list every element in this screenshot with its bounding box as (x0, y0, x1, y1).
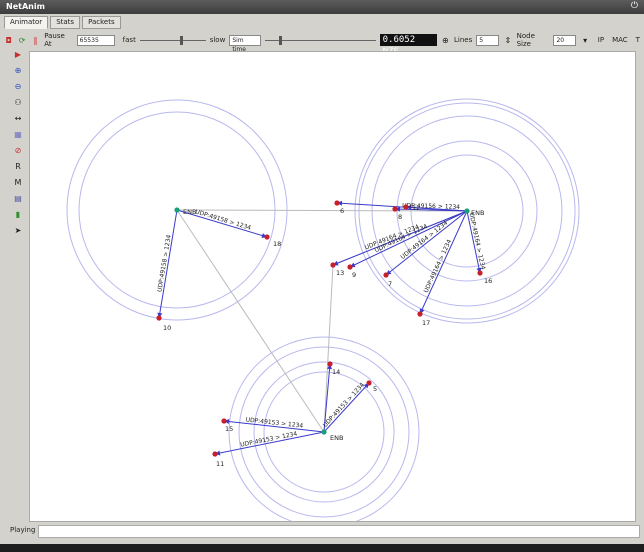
node-label: 5 (373, 385, 377, 393)
node-label: 7 (388, 280, 392, 288)
node-size-select[interactable]: 20 (553, 34, 577, 46)
animation-canvas[interactable]: UDP:49158 > 1234 UDP:49158 > 1234 UDP:4915… (29, 51, 636, 528)
reload-icon[interactable]: ⟳ (17, 35, 26, 45)
zoom-out-icon[interactable]: ⊖ (12, 82, 24, 92)
node-label: ENB (471, 209, 484, 217)
title-bar: NetAnim ⏻ (0, 0, 644, 14)
node-n7 (383, 272, 389, 278)
zoom-icon[interactable]: ⊕ (441, 35, 450, 45)
node-n5 (366, 380, 372, 386)
node-n10 (156, 315, 162, 321)
pause-at-input[interactable]: 65535 (76, 34, 115, 46)
record-icon[interactable]: ⊘ (12, 146, 24, 156)
screen-bottom-bar (0, 544, 644, 552)
node-label: 18 (273, 240, 281, 248)
battery-icon[interactable]: ▮ (12, 210, 24, 220)
grid-icon[interactable]: ▦ (12, 130, 24, 140)
side-toolbar: ▶ ⊕ ⊖ ⚇ ↔ ▦ ⊘ R M ▤ ▮ ➤ (10, 50, 26, 520)
p2p-line (176, 209, 325, 433)
status-bar: Playing (4, 524, 640, 538)
pause-at-label: Pause At (44, 32, 65, 48)
lines-label: Lines (454, 36, 473, 44)
tab-animator[interactable]: Animator (4, 16, 49, 29)
tab-packets[interactable]: Packets (82, 16, 121, 29)
node-label: 12 (412, 204, 420, 212)
pointer-icon[interactable]: ➤ (12, 226, 24, 236)
node-n6 (334, 200, 340, 206)
packet-links (157, 200, 482, 456)
fast-label: fast (122, 36, 136, 44)
node-n12 (403, 204, 409, 210)
node-n13 (330, 262, 336, 268)
node-label: 6 (340, 207, 344, 215)
node-label: 11 (216, 460, 224, 468)
status-text: Playing (10, 526, 36, 534)
p2p-line (323, 264, 334, 433)
node-label: 14 (332, 368, 340, 376)
node-n18 (264, 234, 270, 240)
node-label: 16 (484, 277, 492, 285)
tab-stats[interactable]: Stats (50, 16, 81, 29)
mac-toggle[interactable]: MAC (612, 36, 628, 44)
toolbar: ◘ ⟳ ‖ Pause At 65535 fast slow Sim time … (4, 32, 640, 57)
node-label: 10 (163, 324, 171, 332)
list-icon[interactable]: ▤ (12, 194, 24, 204)
window-title: NetAnim (6, 2, 45, 11)
node-n11 (212, 451, 218, 457)
node-n15 (221, 418, 227, 424)
chevron-down-icon[interactable]: ▾ (580, 35, 589, 45)
packet-label: UDP:49158 > 1234 (156, 234, 172, 292)
wifi-range-rings (66, 98, 580, 528)
pause-icon[interactable]: ‖ (31, 35, 40, 45)
play-icon[interactable]: ▶ (12, 50, 24, 60)
packet-label: UDP:49153 > 1234 (322, 381, 366, 428)
node-enb2 (464, 208, 470, 214)
lines-spin-icon[interactable]: ⇕ (503, 35, 512, 45)
node-enb1 (174, 207, 180, 213)
packet-label: UDP:49158 > 1234 (194, 208, 252, 231)
open-file-icon[interactable]: ◘ (4, 35, 13, 45)
node-label: 17 (422, 319, 430, 327)
node-n14 (327, 361, 333, 367)
node-n16 (477, 270, 483, 276)
node-n8 (392, 206, 398, 212)
slow-label: slow (209, 36, 226, 44)
packet-label: UDP:49164 > 1234 (468, 212, 487, 270)
packet-link (323, 382, 370, 433)
node-n9 (347, 264, 353, 270)
sim-time-slider[interactable] (264, 35, 376, 45)
node-label: 9 (352, 271, 356, 279)
ip-toggle[interactable]: IP (598, 36, 604, 44)
packet-labels: UDP:49158 > 1234 UDP:49158 > 1234 UDP:4915… (156, 202, 486, 449)
status-field (38, 525, 640, 538)
node-n17 (417, 311, 423, 317)
t-toggle[interactable]: T (636, 36, 640, 44)
network-view: UDP:49158 > 1234 UDP:49158 > 1234 UDP:4915… (66, 98, 580, 528)
packet-label: UDP:49164 > 1234 (423, 238, 453, 294)
sim-time-knob[interactable] (278, 35, 282, 45)
packet-label: UDP:49153 > 1234 (240, 430, 298, 448)
m-icon[interactable]: M (12, 178, 24, 188)
node-enb3 (321, 429, 327, 435)
node-label: 15 (225, 425, 233, 433)
node-label: ENB (183, 208, 196, 216)
scale-icon[interactable]: ↔ (12, 114, 24, 124)
close-icon[interactable]: ⏻ (631, 1, 638, 11)
sim-time-label: Sim time (229, 34, 261, 53)
node-label: ENB (330, 434, 343, 442)
lines-spinbox[interactable]: 5 (476, 34, 500, 46)
node-size-label: Node Size (516, 32, 535, 48)
speed-slider-knob[interactable] (179, 35, 183, 45)
r-icon[interactable]: R (12, 162, 24, 172)
zoom-in-icon[interactable]: ⊕ (12, 66, 24, 76)
speed-slider[interactable] (139, 35, 206, 45)
sim-time-display: 0.6052 NZS (379, 34, 437, 57)
link-icon[interactable]: ⚇ (12, 98, 24, 108)
node-label: 8 (398, 213, 402, 221)
node-label: 13 (336, 269, 344, 277)
tab-bar: Animator Stats Packets (4, 16, 121, 29)
